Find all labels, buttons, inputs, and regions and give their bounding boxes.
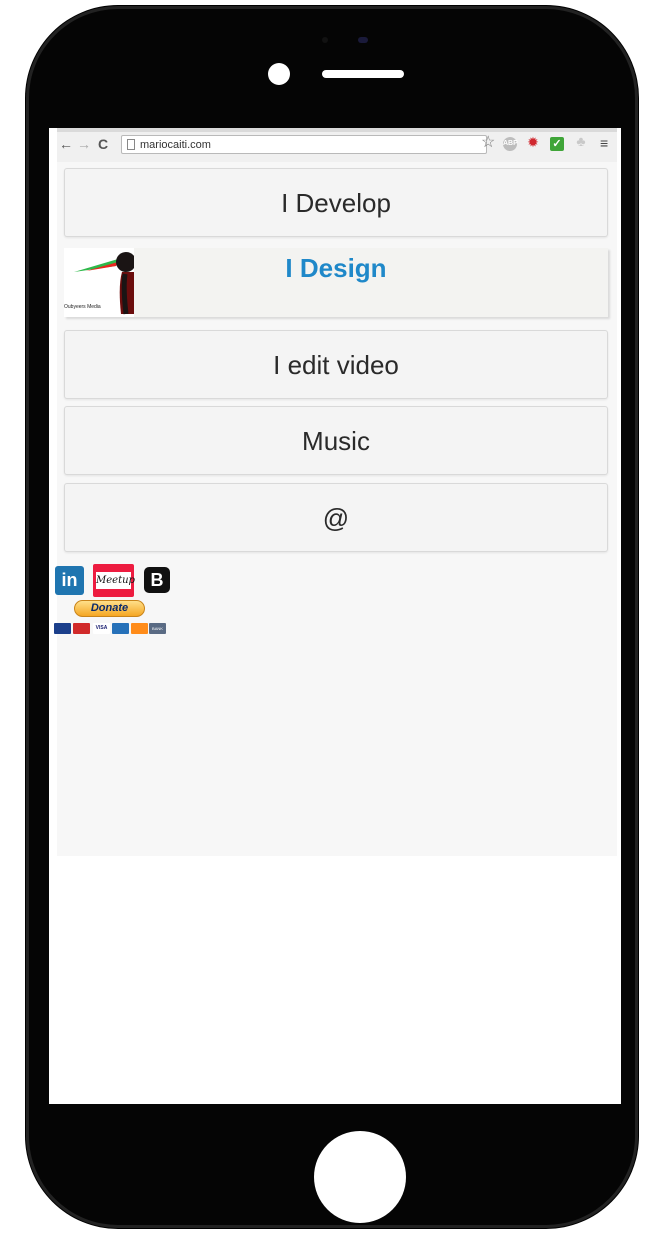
email-label: @	[322, 503, 350, 533]
proximity-sensor	[322, 37, 328, 43]
page-content: I Develop Oubyeers Media I Design I edit…	[54, 162, 617, 856]
phone-screen: ← → C mariocaiti.com ☆ ABP ✹ ✓ ♣ ≡ I Dev…	[49, 128, 621, 1104]
adblock-extension-icon[interactable]: ABP	[503, 137, 518, 151]
design-label: I Design	[285, 253, 387, 283]
music-button[interactable]: Music	[64, 406, 608, 475]
logo-caption: Oubyeers Media	[64, 304, 101, 310]
front-camera	[268, 63, 290, 85]
social-links: in Meetup B	[55, 564, 195, 597]
email-button[interactable]: @	[64, 483, 608, 552]
amex-logo-icon	[112, 623, 129, 634]
forward-arrow-icon[interactable]: →	[77, 137, 91, 151]
browser-toolbar: ← → C mariocaiti.com ☆ ABP ✹ ✓ ♣ ≡	[57, 128, 617, 163]
reload-icon[interactable]: C	[98, 137, 108, 151]
earpiece-speaker	[322, 70, 404, 78]
check-extension-icon[interactable]: ✓	[550, 137, 564, 151]
blogger-icon[interactable]: B	[144, 567, 170, 593]
url-text: mariocaiti.com	[140, 139, 211, 151]
edit-video-label: I edit video	[273, 350, 399, 380]
page-icon	[127, 139, 135, 150]
home-button[interactable]	[314, 1131, 406, 1223]
red-gear-extension-icon[interactable]: ✹	[526, 135, 540, 149]
front-sensor	[358, 37, 368, 43]
music-label: Music	[302, 426, 370, 456]
donate-button[interactable]: Donate	[74, 600, 145, 617]
visa-logo-icon: VISA	[93, 623, 110, 634]
tab-strip	[57, 128, 617, 132]
linkedin-icon[interactable]: in	[55, 566, 84, 595]
back-arrow-icon[interactable]: ←	[59, 137, 73, 151]
bank-logo-icon: BANK	[149, 623, 166, 634]
develop-label: I Develop	[281, 188, 391, 218]
address-bar[interactable]: mariocaiti.com	[121, 135, 487, 154]
edit-video-button[interactable]: I edit video	[64, 330, 608, 399]
mastercard-logo-icon	[73, 623, 90, 634]
extension-icon[interactable]: ♣	[574, 134, 588, 148]
browser-menu-icon[interactable]: ≡	[600, 135, 608, 151]
bookmark-star-icon[interactable]: ☆	[481, 134, 495, 152]
meetup-label: Meetup	[96, 572, 135, 589]
oubyeers-media-logo: Oubyeers Media	[64, 248, 134, 317]
develop-button[interactable]: I Develop	[64, 168, 608, 237]
discover-logo-icon	[131, 623, 148, 634]
design-button[interactable]: Oubyeers Media I Design	[64, 248, 608, 317]
card-logo-icon	[54, 623, 71, 634]
meetup-icon[interactable]: Meetup	[93, 564, 135, 597]
